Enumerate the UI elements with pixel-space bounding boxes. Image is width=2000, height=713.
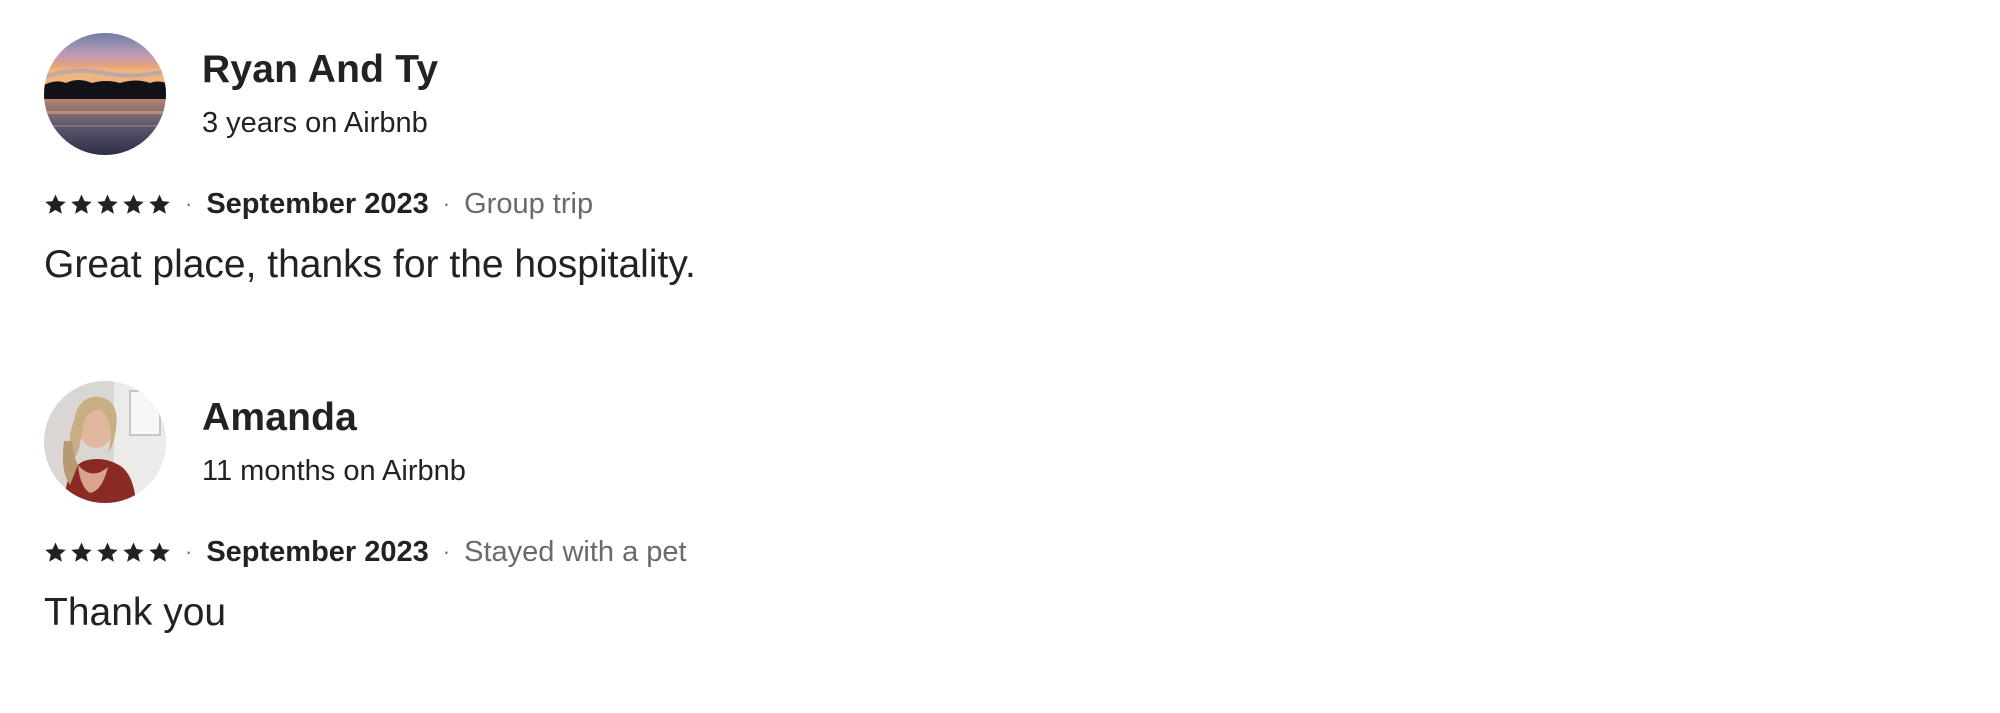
star-icon — [97, 193, 118, 214]
reviewer-header: Ryan And Ty 3 years on Airbnb — [44, 32, 1444, 156]
review-meta: · September 2023 · Stayed with a pet — [44, 532, 1444, 572]
star-icon — [45, 193, 66, 214]
trip-type: Stayed with a pet — [464, 535, 687, 568]
star-icon — [149, 193, 170, 214]
separator-dot: · — [185, 539, 193, 564]
star-icon — [97, 541, 118, 562]
star-rating — [44, 193, 171, 216]
separator-dot: · — [442, 191, 451, 216]
star-icon — [71, 193, 92, 214]
avatar[interactable] — [44, 33, 166, 155]
star-icon — [45, 541, 66, 562]
avatar[interactable] — [44, 381, 166, 503]
trip-type: Group trip — [464, 187, 594, 220]
review-date: September 2023 — [206, 535, 429, 568]
review-item: Amanda 11 months on Airbnb · September 2… — [44, 380, 1444, 636]
star-icon — [123, 541, 144, 562]
reviewer-name: Amanda — [202, 396, 358, 439]
review-text: Great place, thanks for the hospitality. — [44, 243, 696, 286]
reviewer-tenure: 11 months on Airbnb — [202, 455, 466, 487]
review-meta: · September 2023 · Group trip — [44, 184, 1444, 224]
review-item: Ryan And Ty 3 years on Airbnb · Septembe… — [44, 32, 1444, 288]
star-icon — [71, 541, 92, 562]
star-rating — [44, 541, 171, 564]
profile-photo-icon — [44, 381, 166, 503]
review-date: September 2023 — [206, 187, 429, 220]
review-text: Thank you — [44, 591, 227, 634]
star-icon — [123, 193, 144, 214]
separator-dot: · — [442, 539, 451, 564]
reviewer-header: Amanda 11 months on Airbnb — [44, 380, 1444, 504]
reviewer-tenure: 3 years on Airbnb — [202, 107, 428, 139]
separator-dot: · — [185, 191, 193, 216]
star-icon — [149, 541, 170, 562]
reviewer-name: Ryan And Ty — [202, 48, 439, 91]
sunset-lake-photo-icon — [44, 33, 166, 155]
